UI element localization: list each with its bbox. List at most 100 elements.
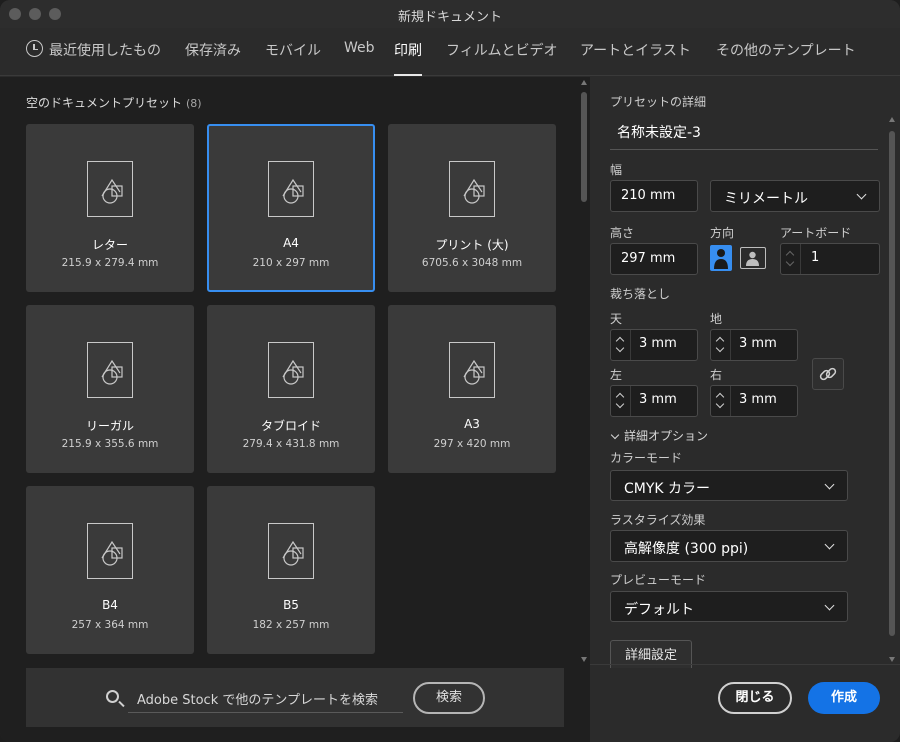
document-icon (449, 342, 495, 398)
bleed-left-label: 左 (610, 368, 623, 382)
tab-art-illustration[interactable]: アートとイラスト (580, 40, 691, 76)
bleed-bottom-stepper[interactable]: 3 mm (710, 329, 798, 361)
advanced-options-label: 詳細オプション (624, 429, 709, 443)
scroll-up-icon[interactable] (889, 117, 895, 122)
width-value: 210 mm (621, 188, 676, 203)
chevron-down-icon (715, 399, 725, 409)
raster-effects-dropdown[interactable]: 高解像度 (300 ppi) (610, 530, 848, 562)
preset-name: B5 (283, 598, 299, 612)
portrait-orientation-icon[interactable] (710, 245, 732, 271)
chevron-down-icon (824, 539, 835, 550)
preset-name: リーガル (85, 419, 134, 433)
preset-gallery: 空のドキュメントプリセット (8) レター 215.9 x 279.4 mm A4… (0, 77, 590, 742)
preset-card[interactable]: レター 215.9 x 279.4 mm (26, 124, 194, 292)
preset-card[interactable]: A4 210 x 297 mm (207, 124, 375, 292)
bleed-right-stepper[interactable]: 3 mm (710, 385, 798, 417)
document-icon (87, 523, 133, 579)
link-bleed-button[interactable] (812, 358, 844, 390)
bleed-right-value: 3 mm (739, 392, 777, 407)
preset-scrollbar[interactable] (580, 80, 588, 662)
preset-card[interactable]: リーガル 215.9 x 355.6 mm (26, 305, 194, 473)
bleed-top-stepper[interactable]: 3 mm (610, 329, 698, 361)
preset-card[interactable]: A3 297 x 420 mm (388, 305, 556, 473)
bleed-bottom-value: 3 mm (739, 336, 777, 351)
tab-print[interactable]: 印刷 (394, 40, 422, 76)
category-tabs: 最近使用したもの 保存済み モバイル Web 印刷 フィルムとビデオ アートとイ… (0, 28, 900, 76)
unit-dropdown[interactable]: ミリメートル (710, 180, 880, 212)
preset-size: 279.4 x 431.8 mm (242, 438, 340, 450)
scroll-down-icon[interactable] (581, 657, 587, 662)
height-field[interactable]: 297 mm (610, 243, 698, 275)
search-button[interactable]: 検索 (413, 682, 485, 714)
bleed-left-stepper[interactable]: 3 mm (610, 385, 698, 417)
preset-size: 6705.6 x 3048 mm (421, 257, 523, 269)
scrollbar-thumb[interactable] (581, 92, 587, 202)
details-header: プリセットの詳細 (610, 95, 707, 109)
name-underline (610, 149, 878, 150)
preset-size: 215.9 x 355.6 mm (61, 438, 159, 450)
preset-name: タブロイド (260, 419, 321, 433)
document-name-input[interactable]: 名称未設定-3 (617, 122, 701, 142)
search-icon (106, 690, 119, 703)
window-title: 新規ドキュメント (397, 10, 502, 25)
chevron-down-icon (785, 257, 795, 267)
height-label: 高さ (610, 226, 635, 240)
stepper-arrows[interactable] (711, 330, 731, 360)
tab-film-video[interactable]: フィルムとビデオ (446, 40, 557, 76)
tab-more-templates[interactable]: その他のテンプレート (716, 40, 856, 76)
chevron-down-icon (615, 399, 625, 409)
color-mode-label: カラーモード (610, 451, 683, 465)
preview-mode-label: プレビューモード (610, 573, 707, 587)
search-underline (128, 712, 403, 713)
scroll-up-icon[interactable] (581, 80, 587, 85)
stock-search-bar: Adobe Stock で他のテンプレートを検索 検索 (26, 668, 564, 727)
preset-card[interactable]: プリント (大) 6705.6 x 3048 mm (388, 124, 556, 292)
create-button[interactable]: 作成 (808, 682, 880, 714)
stepper-arrows[interactable] (711, 386, 731, 416)
details-scrollbar[interactable] (888, 117, 896, 662)
footer-divider (590, 664, 900, 665)
scroll-down-icon[interactable] (889, 657, 895, 662)
preset-card[interactable]: B4 257 x 364 mm (26, 486, 194, 654)
bleed-top-label: 天 (610, 312, 623, 326)
chevron-down-icon (824, 600, 835, 611)
stepper-arrows[interactable] (781, 244, 801, 274)
bleed-left-value: 3 mm (639, 392, 677, 407)
document-icon (87, 342, 133, 398)
preset-card[interactable]: B5 182 x 257 mm (207, 486, 375, 654)
tab-mobile[interactable]: モバイル (265, 40, 321, 76)
clock-icon (26, 40, 43, 57)
raster-value: 高解像度 (300 ppi) (624, 541, 749, 557)
scrollbar-thumb[interactable] (889, 131, 895, 636)
presets-title: 空のドキュメントプリセット (26, 96, 183, 110)
close-button[interactable]: 閉じる (718, 682, 792, 714)
artboard-label: アートボード (780, 226, 852, 240)
bleed-top-value: 3 mm (639, 336, 677, 351)
document-icon (87, 161, 133, 217)
landscape-orientation-icon[interactable] (740, 247, 766, 269)
preset-card[interactable]: タブロイド 279.4 x 431.8 mm (207, 305, 375, 473)
preset-details-panel: プリセットの詳細 名称未設定-3 幅 210 mm ミリメートル 高さ 297 … (590, 77, 900, 742)
chevron-down-icon (715, 343, 725, 353)
stepper-arrows[interactable] (611, 386, 631, 416)
document-icon (268, 523, 314, 579)
link-icon (819, 367, 837, 381)
width-label: 幅 (610, 163, 623, 177)
stock-search-input[interactable]: Adobe Stock で他のテンプレートを検索 (137, 689, 378, 708)
preview-mode-dropdown[interactable]: デフォルト (610, 591, 848, 622)
raster-label: ラスタライズ効果 (610, 513, 706, 527)
bleed-bottom-label: 地 (710, 312, 723, 326)
tab-saved[interactable]: 保存済み (185, 40, 241, 76)
tab-recent[interactable]: 最近使用したもの (49, 40, 161, 76)
width-field[interactable]: 210 mm (610, 180, 698, 212)
preset-name: A4 (283, 236, 299, 250)
stepper-arrows[interactable] (611, 330, 631, 360)
preset-size: 215.9 x 279.4 mm (61, 257, 159, 269)
artboard-stepper[interactable]: 1 (780, 243, 880, 275)
unit-value: ミリメートル (724, 191, 808, 207)
new-document-dialog: 新規ドキュメント 最近使用したもの 保存済み モバイル Web 印刷 フィルムと… (0, 0, 900, 742)
tab-web[interactable]: Web (344, 40, 375, 76)
color-mode-dropdown[interactable]: CMYK カラー (610, 470, 848, 501)
preset-size: 297 x 420 mm (433, 438, 511, 450)
advanced-options-toggle[interactable]: 詳細オプション (610, 427, 708, 444)
